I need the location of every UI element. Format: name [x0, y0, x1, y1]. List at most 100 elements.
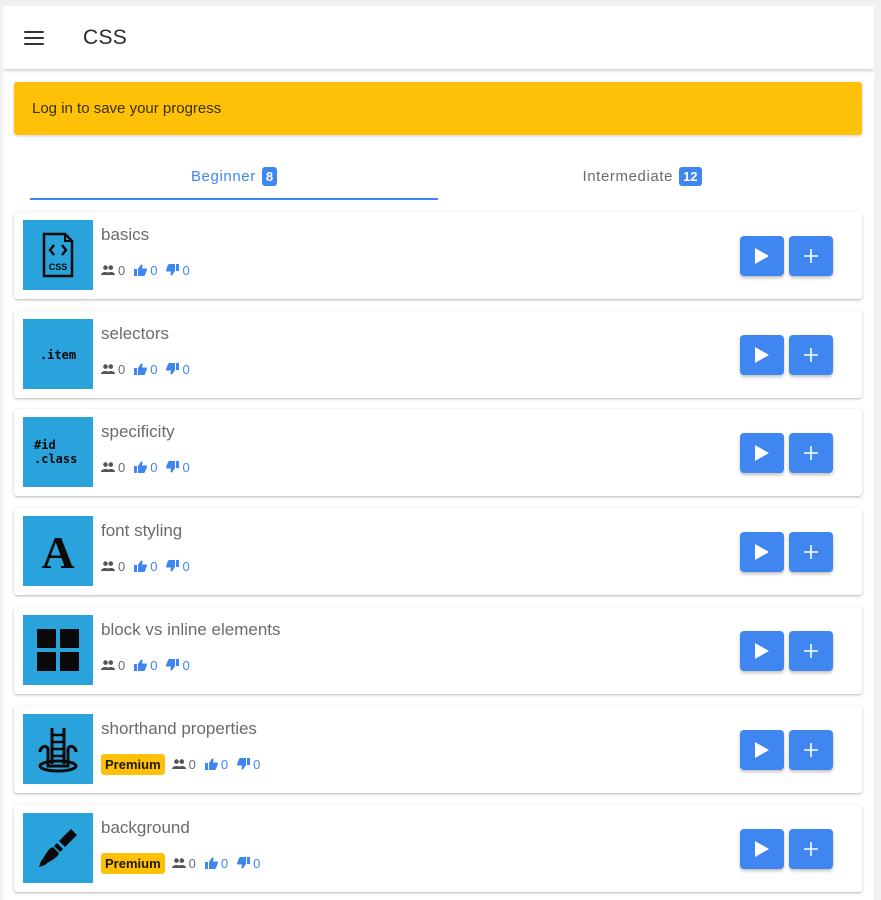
- lesson-title[interactable]: background: [101, 818, 190, 838]
- lesson-title[interactable]: specificity: [101, 422, 175, 442]
- add-button[interactable]: [789, 433, 833, 473]
- play-button[interactable]: [740, 532, 784, 572]
- thumbs-up-icon: [204, 857, 218, 869]
- premium-badge: Premium: [101, 852, 165, 874]
- lesson-card[interactable]: #id .class specificity 0 0 0: [14, 409, 862, 496]
- users-icon: [101, 660, 115, 670]
- likes-count: 0: [150, 262, 158, 278]
- thumbs-up-icon: [134, 264, 148, 276]
- login-banner[interactable]: Log in to save your progress: [14, 82, 862, 135]
- play-button[interactable]: [740, 236, 784, 276]
- users-stat: 0: [171, 757, 196, 772]
- lesson-card[interactable]: shorthand properties Premium 0 0 0: [14, 706, 862, 793]
- thumbs-down-icon: [166, 560, 180, 572]
- lesson-stats: Premium 0 0 0: [101, 852, 269, 874]
- app-bar: CSS: [3, 6, 874, 69]
- thumb-text: CSS: [49, 262, 68, 272]
- thumbs-up-icon: [134, 560, 148, 572]
- tab-count-badge: 8: [261, 166, 278, 186]
- lesson-card[interactable]: .item selectors 0 0 0: [14, 311, 862, 398]
- lesson-actions: [740, 631, 838, 671]
- tab-count-badge: 12: [679, 166, 702, 186]
- dislikes-count: 0: [182, 361, 190, 377]
- likes-stat[interactable]: 0: [134, 658, 157, 673]
- add-button[interactable]: [789, 532, 833, 572]
- add-button[interactable]: [789, 335, 833, 375]
- lesson-title[interactable]: selectors: [101, 324, 169, 344]
- lesson-card[interactable]: CSS basics 0 0 0: [14, 212, 862, 299]
- paint-brush-icon: [39, 829, 77, 867]
- lesson-title[interactable]: basics: [101, 225, 149, 245]
- dislikes-stat[interactable]: 0: [237, 757, 260, 772]
- lesson-actions: [740, 532, 838, 572]
- play-icon: [755, 742, 769, 758]
- plus-icon: [804, 249, 818, 263]
- likes-count: 0: [220, 756, 229, 772]
- play-button[interactable]: [740, 433, 784, 473]
- lesson-stats: Premium 0 0 0: [101, 753, 269, 775]
- dislikes-count: 0: [253, 756, 261, 772]
- grid-blocks-icon: [37, 629, 79, 671]
- add-button[interactable]: [789, 631, 833, 671]
- lesson-title[interactable]: shorthand properties: [101, 719, 257, 739]
- play-button[interactable]: [740, 335, 784, 375]
- dislikes-stat[interactable]: 0: [166, 658, 190, 673]
- lesson-card[interactable]: background Premium 0 0 0: [14, 805, 862, 892]
- thumb-text: #id: [34, 438, 56, 452]
- thumbs-up-icon: [204, 758, 218, 770]
- play-button[interactable]: [740, 631, 784, 671]
- tab-beginner[interactable]: Beginner 8: [30, 152, 438, 200]
- lesson-actions: [740, 730, 838, 770]
- add-button[interactable]: [789, 829, 833, 869]
- users-stat: 0: [171, 856, 196, 871]
- dislikes-count: 0: [182, 459, 190, 475]
- likes-stat[interactable]: 0: [134, 460, 157, 475]
- dislikes-stat[interactable]: 0: [166, 361, 190, 377]
- dislikes-stat[interactable]: 0: [166, 262, 190, 278]
- likes-stat[interactable]: 0: [134, 362, 157, 377]
- users-count: 0: [118, 262, 126, 278]
- ladder-bucket-icon: [38, 728, 78, 773]
- class-selector-icon: .item: [40, 348, 76, 362]
- lesson-card[interactable]: block vs inline elements 0 0 0: [14, 607, 862, 694]
- play-icon: [755, 544, 769, 560]
- lesson-card[interactable]: A font styling 0 0 0: [14, 508, 862, 595]
- add-button[interactable]: [789, 236, 833, 276]
- menu-button[interactable]: [3, 6, 67, 69]
- thumbs-down-icon: [237, 857, 251, 869]
- likes-stat[interactable]: 0: [134, 263, 157, 278]
- likes-stat[interactable]: 0: [134, 559, 157, 574]
- likes-stat[interactable]: 0: [204, 855, 229, 871]
- tab-label: Intermediate: [582, 167, 674, 185]
- add-button[interactable]: [789, 730, 833, 770]
- likes-count: 0: [220, 855, 229, 871]
- app-window: CSS Log in to save your progress Beginne…: [3, 6, 874, 900]
- play-button[interactable]: [740, 730, 784, 770]
- plus-icon: [804, 545, 818, 559]
- dislikes-stat[interactable]: 0: [237, 856, 260, 871]
- play-icon: [755, 445, 769, 461]
- users-icon: [101, 265, 115, 275]
- dislikes-count: 0: [182, 262, 190, 278]
- tab-label: Beginner: [190, 167, 256, 185]
- users-stat: 0: [101, 460, 125, 475]
- lesson-actions: [740, 433, 838, 473]
- play-icon: [755, 841, 769, 857]
- thumbs-down-icon: [166, 264, 180, 276]
- lesson-actions: [740, 236, 838, 276]
- tab-intermediate[interactable]: Intermediate 12: [438, 152, 846, 200]
- users-stat: 0: [101, 559, 125, 574]
- play-button[interactable]: [740, 829, 784, 869]
- lesson-title[interactable]: font styling: [101, 521, 182, 541]
- lesson-thumbnail: A: [23, 516, 93, 586]
- likes-stat[interactable]: 0: [204, 756, 229, 772]
- play-icon: [755, 643, 769, 659]
- dislikes-stat[interactable]: 0: [166, 459, 190, 475]
- lesson-thumbnail: CSS: [23, 220, 93, 290]
- dislikes-stat[interactable]: 0: [166, 559, 190, 574]
- level-tabs: Beginner 8 Intermediate 12: [30, 152, 846, 200]
- lesson-title[interactable]: block vs inline elements: [101, 620, 281, 640]
- users-icon: [171, 759, 186, 769]
- lesson-thumbnail: [23, 714, 93, 784]
- lesson-stats: 0 0 0: [101, 260, 199, 280]
